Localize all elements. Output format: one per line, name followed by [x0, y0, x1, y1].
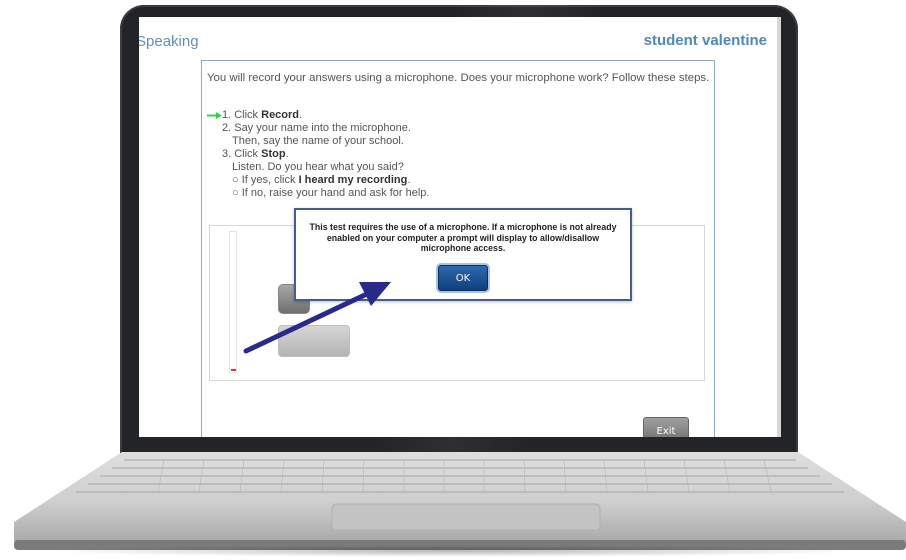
- step-2: 2. Say your name into the microphone.: [222, 122, 411, 134]
- bullet-yes: ○ If yes, click I heard my recording.: [232, 174, 411, 186]
- heard-recording-keyword: I heard my recording: [298, 174, 408, 186]
- stop-keyword: Stop: [261, 148, 286, 160]
- laptop-keyboard-deck: [14, 452, 906, 550]
- ok-button[interactable]: OK: [438, 265, 488, 291]
- step-2-detail: Then, say the name of your school.: [232, 135, 404, 147]
- intro-text: You will record your answers using a mic…: [207, 72, 710, 84]
- laptop-shadow: [40, 545, 866, 557]
- volume-meter-level: [231, 369, 236, 371]
- bullet-no: ○ If no, raise your hand and ask for hel…: [232, 187, 430, 199]
- green-arrow-icon: [207, 112, 222, 119]
- pointer-arrow-icon: [243, 282, 391, 354]
- step-1: 1. Click Record.: [222, 109, 303, 121]
- scrollbar-track[interactable]: [777, 17, 781, 437]
- user-name: student valentine: [643, 32, 767, 49]
- app-title: Speaking: [139, 33, 199, 50]
- step-3-detail: Listen. Do you hear what you said?: [232, 161, 404, 173]
- instruction-steps: 1. Click Record. 2. Say your name into t…: [222, 109, 429, 200]
- exit-button[interactable]: Exit: [643, 417, 689, 437]
- step-3: 3. Click Stop.: [222, 148, 289, 160]
- dialog-message: This test requires the use of a micropho…: [309, 222, 617, 253]
- record-keyword: Record: [261, 109, 300, 121]
- bullet-icon: ○: [232, 187, 239, 199]
- laptop-screen: Speaking student valentine You will reco…: [139, 17, 781, 437]
- volume-meter: [229, 231, 237, 373]
- bullet-icon: ○: [232, 174, 239, 186]
